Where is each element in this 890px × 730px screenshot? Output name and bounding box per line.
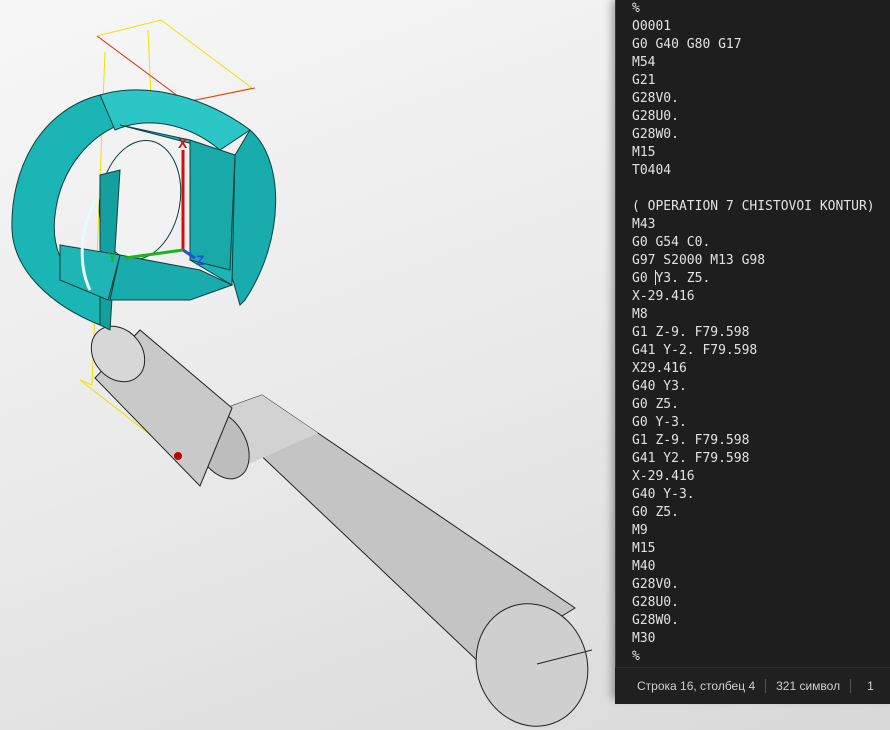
status-extra: 1 xyxy=(867,679,874,693)
code-line[interactable]: % xyxy=(632,648,875,666)
code-line[interactable]: G1 Z-9. F79.598 xyxy=(632,324,875,342)
code-line[interactable]: X-29.416 xyxy=(632,288,875,306)
code-line[interactable]: G28U0. xyxy=(632,594,875,612)
code-line[interactable]: G41 Y-2. F79.598 xyxy=(632,342,875,360)
code-line[interactable]: O0001 xyxy=(632,18,875,36)
code-line[interactable]: M9 xyxy=(632,522,875,540)
code-line[interactable]: M8 xyxy=(632,306,875,324)
code-line[interactable]: G1 Z-9. F79.598 xyxy=(632,432,875,450)
code-line[interactable]: M43 xyxy=(632,216,875,234)
code-line[interactable]: G28W0. xyxy=(632,612,875,630)
status-bar: Строка 16, столбец 4 321 символ 1 xyxy=(615,667,890,704)
character-count: 321 символ xyxy=(776,679,841,693)
ring-part xyxy=(11,89,277,331)
axis-label-x: X xyxy=(178,135,188,151)
code-line[interactable]: G28V0. xyxy=(632,576,875,594)
code-line[interactable]: G0 Y3. Z5. xyxy=(632,270,875,288)
shaft-part xyxy=(90,325,593,727)
code-line[interactable]: G0 G40 G80 G17 xyxy=(632,36,875,54)
code-line[interactable]: % xyxy=(632,0,875,18)
code-line[interactable]: ( OPERATION 7 CHISTOVOI KONTUR) xyxy=(632,198,875,216)
origin-marker xyxy=(174,452,182,460)
code-line[interactable] xyxy=(632,180,875,198)
code-line[interactable]: M30 xyxy=(632,630,875,648)
code-line[interactable]: G41 Y2. F79.598 xyxy=(632,450,875,468)
code-line[interactable]: G40 Y3. xyxy=(632,378,875,396)
code-line[interactable]: G28U0. xyxy=(632,108,875,126)
code-line[interactable]: G0 Y-3. xyxy=(632,414,875,432)
cursor-position[interactable]: Строка 16, столбец 4 xyxy=(615,679,765,693)
code-line[interactable]: X-29.416 xyxy=(632,468,875,486)
code-line[interactable]: M15 xyxy=(632,540,875,558)
code-line[interactable]: M54 xyxy=(632,54,875,72)
code-line[interactable]: X29.416 xyxy=(632,360,875,378)
code-line[interactable]: M15 xyxy=(632,144,875,162)
code-line[interactable]: G28W0. xyxy=(632,126,875,144)
code-line[interactable]: G0 Z5. xyxy=(632,504,875,522)
code-line[interactable]: G97 S2000 M13 G98 xyxy=(632,252,875,270)
gcode-editor[interactable]: % O0001 G0 G40 G80 G17 M54 G21 G28V0. G28U0. G2… xyxy=(615,0,890,699)
code-line[interactable]: G28V0. xyxy=(632,90,875,108)
code-line[interactable]: M40 xyxy=(632,558,875,576)
code-area[interactable]: % O0001 G0 G40 G80 G17 M54 G21 G28V0. G28U0. G2… xyxy=(632,0,875,666)
axis-label-y: Y xyxy=(108,250,117,265)
code-line[interactable]: G40 Y-3. xyxy=(632,486,875,504)
axis-label-z: Z xyxy=(196,252,205,268)
code-line[interactable]: G0 G54 C0. xyxy=(632,234,875,252)
code-line[interactable]: G21 xyxy=(632,72,875,90)
code-line[interactable]: T0404 xyxy=(632,162,875,180)
code-line[interactable]: G0 Z5. xyxy=(632,396,875,414)
